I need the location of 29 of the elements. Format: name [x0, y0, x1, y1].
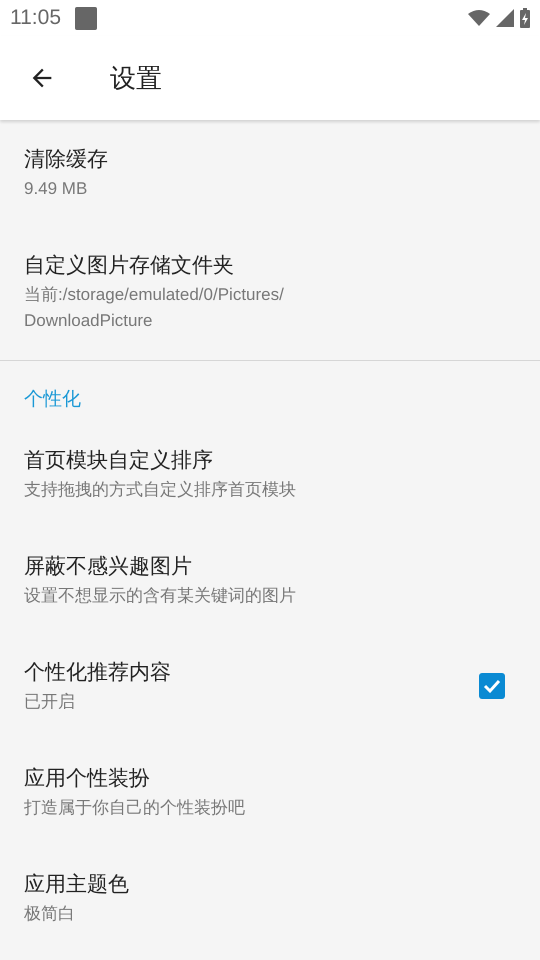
- setting-title: 屏蔽不感兴趣图片: [24, 553, 193, 580]
- settings-item[interactable]: 应用个性装扮 打造属于你自己的个性装扮吧: [0, 739, 540, 845]
- wifi-icon: [468, 10, 490, 26]
- setting-title: 首页模块自定义排序: [24, 447, 214, 474]
- settings-item[interactable]: 屏蔽不感兴趣图片 设置不想显示的含有某关键词的图片: [0, 527, 540, 633]
- category-header: 个性化: [23, 387, 82, 412]
- setting-summary: 当前:/storage/emulated/0/Pictures/ DownloadPicture: [24, 284, 285, 332]
- battery-charging-icon: [520, 8, 530, 28]
- setting-title: 应用个性装扮: [24, 765, 151, 792]
- setting-title: 清除缓存: [24, 146, 109, 173]
- settings-item[interactable]: 个性化推荐内容 已开启: [0, 633, 540, 739]
- setting-summary: 已开启: [24, 691, 76, 713]
- settings-item[interactable]: 清除缓存 9.49 MB: [0, 120, 540, 226]
- screen-title: 设置: [110, 62, 162, 96]
- setting-title: 自定义图片存储文件夹: [24, 252, 235, 279]
- setting-summary: 9.49 MB: [24, 178, 88, 200]
- checkbox[interactable]: [478, 672, 506, 700]
- settings-item[interactable]: 自定义图片存储文件夹 当前:/storage/emulated/0/Pictures/ DownloadPicture: [0, 226, 540, 358]
- signal-icon: [496, 9, 514, 27]
- setting-title: 个性化推荐内容: [24, 659, 172, 686]
- setting-summary: 极简白: [24, 903, 76, 925]
- status-time: 11:05: [10, 6, 61, 30]
- setting-summary: 打造属于你自己的个性装扮吧: [24, 797, 246, 819]
- setting-title: 应用主题色: [24, 871, 130, 898]
- settings-item[interactable]: 首页模块自定义排序 支持拖拽的方式自定义排序首页模块: [0, 421, 540, 527]
- setting-summary: 设置不想显示的含有某关键词的图片: [24, 585, 297, 607]
- settings-item[interactable]: 应用主题色 极简白: [0, 845, 540, 951]
- notification-icon: [75, 6, 97, 30]
- setting-summary: 支持拖拽的方式自定义排序首页模块: [24, 479, 297, 501]
